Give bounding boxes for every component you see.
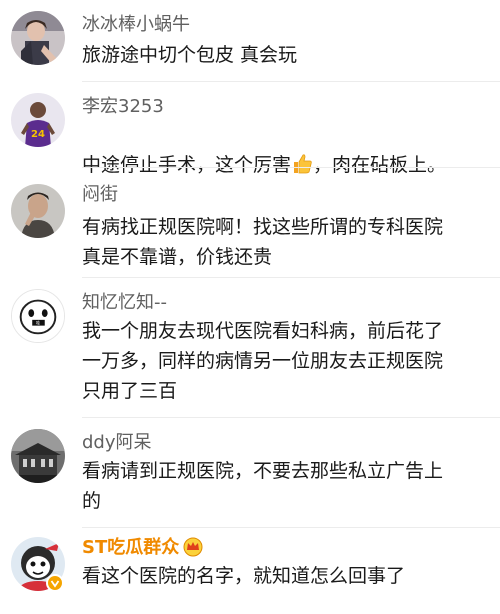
avatar[interactable] xyxy=(11,429,65,483)
comment-text: 旅游途中切个包皮 真会玩 xyxy=(82,44,298,66)
comment-text: 我一个朋友去现代医院看妇科病，前后花了 一万多，同样的病情另一位朋友去正规医院 … xyxy=(82,320,444,402)
username[interactable]: 冰冰棒小蜗牛 xyxy=(82,14,190,36)
avatar[interactable] xyxy=(11,184,65,238)
username[interactable]: 李宏3253 xyxy=(82,96,164,118)
comment-item: 哇 知忆忆知-- 我一个朋友去现代医院看妇科病，前后花了 一万多，同样的病情另一… xyxy=(0,278,500,418)
comment-text: 看病请到正规医院，不要去那些私立广告上 的 xyxy=(82,460,444,512)
avatar[interactable]: 24 xyxy=(11,93,65,147)
comment-text: 看这个医院的名字，就知道怎么回事了 xyxy=(82,565,406,587)
comment-item: 24 李宏3253 中途停止手术，这个厉害 ，肉在砧板上。 xyxy=(0,82,500,176)
comment-item: ST吃瓜群众 看这个医院的名字，就知道怎么回事了 xyxy=(0,528,500,614)
comment-item: 闷街 有病找正规医院啊！找这些所谓的专科医院 真是不靠谱，价钱还贵 xyxy=(0,168,500,278)
username[interactable]: ST吃瓜群众 xyxy=(82,537,203,563)
comment-item: 冰冰棒小蜗牛 旅游途中切个包皮 真会玩 xyxy=(0,0,500,82)
svg-text:哇: 哇 xyxy=(36,320,41,327)
basketball-player-avatar-icon: 24 xyxy=(11,93,65,147)
comment-feed: 冰冰棒小蜗牛 旅游途中切个包皮 真会玩 24 李宏3253 中途停止手术，这个厉… xyxy=(0,0,500,614)
avatar[interactable] xyxy=(11,11,65,65)
username[interactable]: ddy阿呆 xyxy=(82,432,152,454)
verified-v-icon xyxy=(46,574,64,592)
woman-photo-avatar-icon xyxy=(11,11,65,65)
avatar[interactable]: 哇 xyxy=(11,289,65,343)
man-photo-avatar-icon xyxy=(11,184,65,238)
comment-text: 有病找正规医院啊！找这些所谓的专科医院 真是不靠谱，价钱还贵 xyxy=(82,216,444,268)
vip-crown-badge-icon xyxy=(183,537,203,563)
comment-item: ddy阿呆 看病请到正规医院，不要去那些私立广告上 的 xyxy=(0,418,500,528)
cartoon-face-avatar-icon: 哇 xyxy=(12,290,64,342)
svg-text:24: 24 xyxy=(31,129,45,140)
username[interactable]: 知忆忆知-- xyxy=(82,292,167,314)
username-text: ST吃瓜群众 xyxy=(82,537,180,558)
username[interactable]: 闷街 xyxy=(82,184,118,206)
building-photo-avatar-icon xyxy=(11,429,65,483)
